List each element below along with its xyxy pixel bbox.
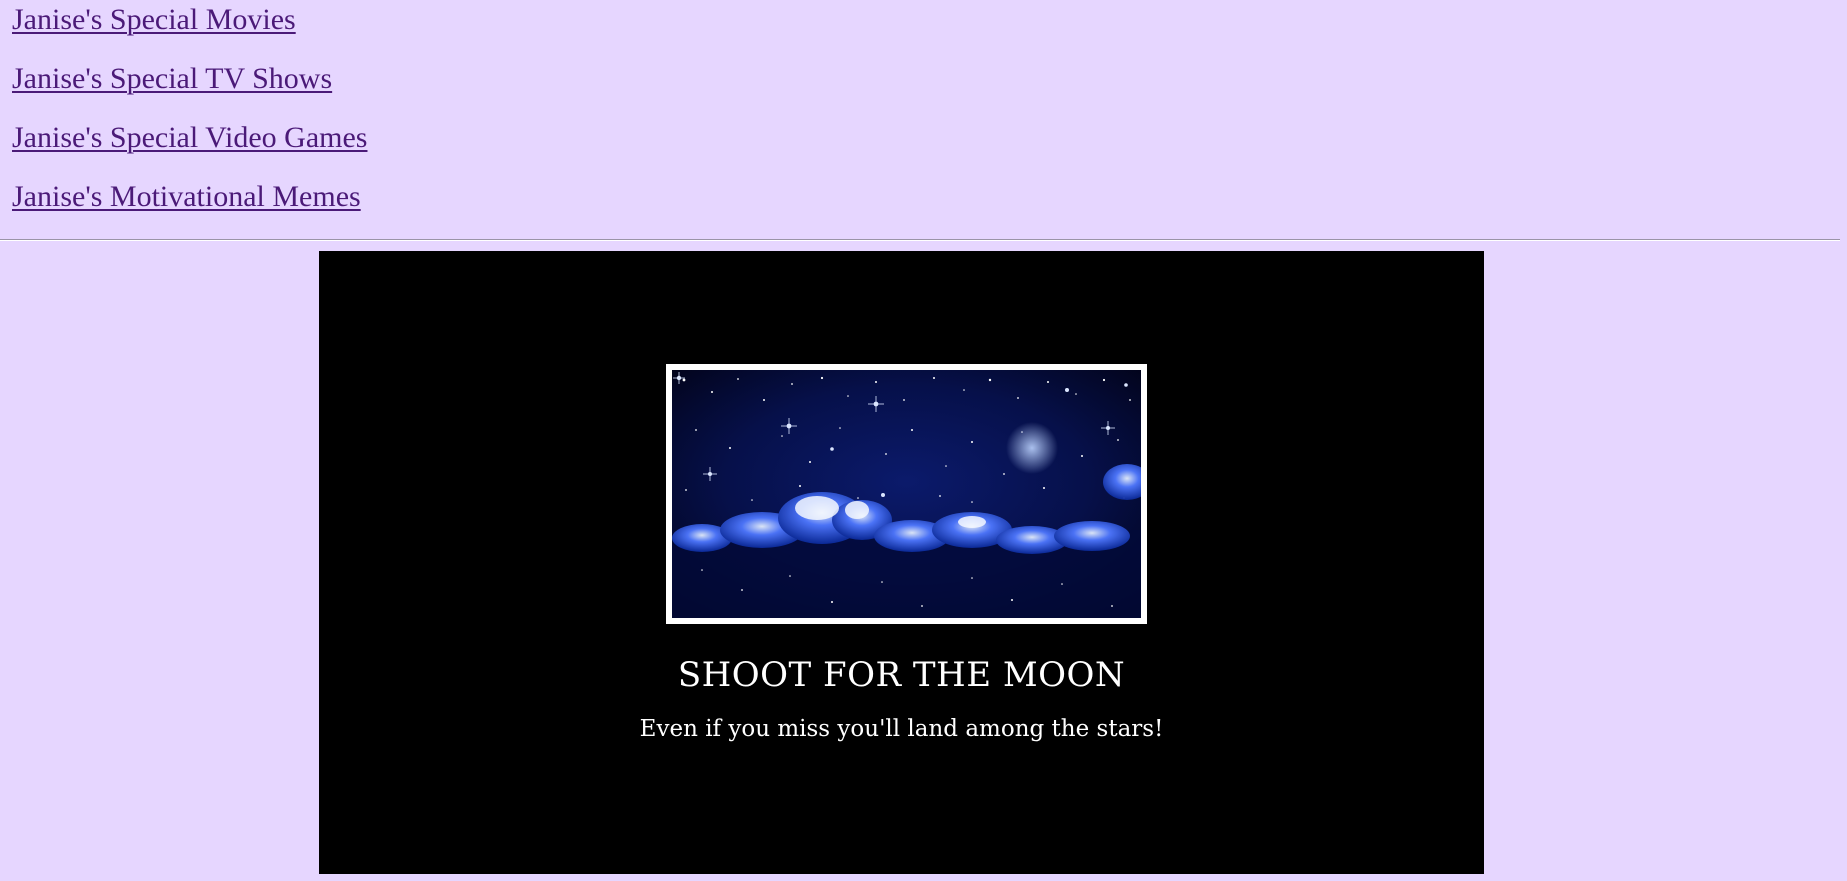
poster-image-frame (666, 364, 1147, 624)
link-special-movies[interactable]: Janise's Special Movies (12, 2, 296, 38)
link-special-tv-shows[interactable]: Janise's Special TV Shows (12, 61, 332, 97)
link-special-video-games[interactable]: Janise's Special Video Games (12, 120, 367, 156)
motivational-poster: SHOOT FOR THE MOON Even if you miss you'… (319, 251, 1484, 874)
horizontal-rule (0, 239, 1840, 241)
night-sky-image (672, 370, 1141, 618)
poster-caption: Even if you miss you'll land among the s… (639, 716, 1164, 742)
link-motivational-memes[interactable]: Janise's Motivational Memes (12, 179, 361, 215)
poster-title: SHOOT FOR THE MOON (677, 655, 1126, 695)
